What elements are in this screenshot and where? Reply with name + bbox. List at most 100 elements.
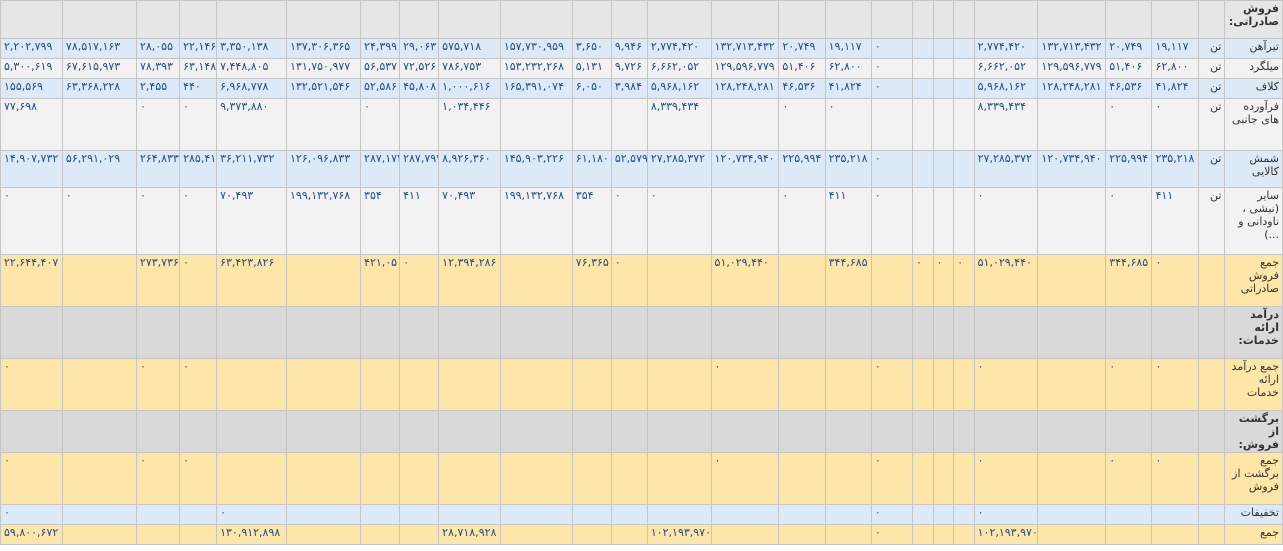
table-cell [710,98,780,151]
table-cell [399,524,440,545]
table-cell [1151,410,1199,453]
table-cell [610,524,648,545]
table-cell: ۰ [973,504,1039,525]
table-cell [912,58,934,79]
table-cell [912,98,934,151]
table-cell: ۰ [0,358,63,411]
table-cell: ۷۰,۴۹۳ [438,187,501,255]
table-cell [360,524,401,545]
table-cell [1037,187,1107,255]
table-cell: ۲۸۵,۴۱۴ [179,150,218,188]
table-cell: ۵,۹۶۸,۱۶۲ [646,78,712,99]
table-cell [912,504,934,525]
table-cell [953,306,975,359]
table-cell [286,0,362,39]
table-cell: ۰ [179,98,218,151]
table-cell: ۲۲۵,۹۹۴ [1105,150,1153,188]
table-cell [1037,306,1107,359]
table-cell: ۲۶۴,۸۳۳ [135,150,181,188]
table-cell: ۲۲,۱۴۶ [179,38,218,59]
table-cell [61,0,137,39]
table-cell [953,38,975,59]
table-cell: ۰ [179,254,218,307]
table-cell: ۰ [870,187,914,255]
table-cell: ۵,۹۶۸,۱۶۲ [973,78,1039,99]
row-label: جمع فروش صادراتی [1224,254,1283,307]
table-cell [824,452,872,505]
table-cell [438,0,501,39]
table-cell: ۱۳۲,۵۲۱,۵۴۶ [286,78,362,99]
table-cell [912,150,934,188]
table-cell [399,306,440,359]
table-cell: ۰ [870,78,914,99]
table-cell: ۰ [135,358,181,411]
table-cell: ۰ [1105,452,1153,505]
table-cell [571,98,612,151]
table-cell: ۰ [710,358,780,411]
table-cell: ۵,۱۳۱ [571,58,612,79]
table-row: کلاف تن ۴۱,۸۲۴ ۴۶,۵۳۶ ۱۲۸,۲۴۸,۲۸۱ ۵,۹۶۸,۱۶۲ ۰ ۴… [0,78,1283,99]
row-label: درآمد ارائه خدمات: [1224,306,1283,359]
table-cell [932,98,955,151]
table-cell: ۲۲۵,۹۹۴ [778,150,826,188]
table-cell: ۲۸,۰۵۵ [135,38,181,59]
table-row: جمع برگشت از فروش ۰ ۰ ۰ ۰ ۰ ۰ ۰ ۰ [0,452,1283,505]
table-cell [216,0,288,39]
table-cell [973,410,1039,453]
table-cell: ۱۲۹,۵۹۶,۷۷۹ [710,58,780,79]
table-cell [571,410,612,453]
table-cell [710,0,780,39]
table-cell [360,410,401,453]
table-cell: ۴۵,۸۰۸ [399,78,440,99]
table-cell [179,524,218,545]
table-cell: ۸,۳۳۹,۴۳۴ [973,98,1039,151]
table-cell: ۰ [1105,358,1153,411]
table-cell: ۳۵۴ [571,187,612,255]
table-cell: ۰ [870,452,914,505]
table-cell [932,38,955,59]
table-cell [135,524,181,545]
table-cell [216,306,288,359]
table-cell [932,452,955,505]
table-cell: ۱۲,۳۹۴,۲۸۶ [438,254,501,307]
table-cell: ۱۳۷,۳۰۶,۳۶۵ [286,38,362,59]
table-cell [571,358,612,411]
table-cell [499,306,573,359]
table-cell [610,410,648,453]
table-cell [1151,0,1199,39]
table-cell: ۰ [0,452,63,505]
table-cell: ۴۱,۸۲۴ [824,78,872,99]
table-cell: ۰ [870,38,914,59]
table-cell: ۹,۳۷۳,۸۸۰ [216,98,288,151]
table-cell [646,452,712,505]
table-cell: ۲۴,۳۹۹ [360,38,401,59]
table-cell [399,410,440,453]
table-cell [610,0,648,39]
row-unit: تن [1197,38,1226,59]
table-cell [360,452,401,505]
table-cell [646,504,712,525]
table-cell: ۶۲,۸۰۰ [824,58,872,79]
row-label: شمش کالایی [1224,150,1283,188]
table-cell [1037,524,1107,545]
table-cell [710,187,780,255]
table-cell [1037,410,1107,453]
table-cell: ۰ [870,150,914,188]
table-cell [932,150,955,188]
table-cell: ۰ [778,98,826,151]
table-cell: ۲۷۳,۷۳۶ [135,254,181,307]
table-cell [912,452,934,505]
table-cell [216,358,288,411]
table-row: تیرآهن تن ۱۹,۱۱۷ ۲۰,۷۴۹ ۱۳۲,۷۱۳,۴۳۲ ۲,۷۷۴,۴۲۰… [0,38,1283,59]
table-cell [216,452,288,505]
table-cell [912,524,934,545]
table-cell: ۷۷,۶۹۸ [0,98,63,151]
table-cell [953,0,975,39]
table-cell [360,358,401,411]
table-cell [61,254,137,307]
table-cell [710,306,780,359]
table-cell: ۰ [61,187,137,255]
table-cell: ۲,۷۷۴,۴۲۰ [646,38,712,59]
table-cell [646,358,712,411]
table-cell: ۲۷,۲۸۵,۳۷۲ [973,150,1039,188]
